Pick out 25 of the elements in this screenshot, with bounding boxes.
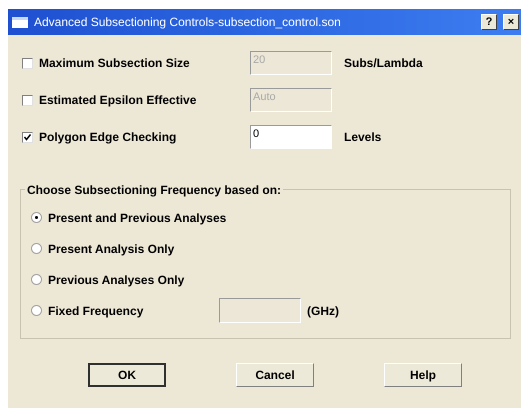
radio-label: Present and Previous Analyses bbox=[48, 210, 226, 226]
option-label: Estimated Epsilon Effective bbox=[39, 92, 196, 109]
radio-button[interactable] bbox=[31, 212, 42, 223]
dialog-button[interactable]: Help bbox=[384, 363, 462, 387]
radio-label: Present Analysis Only bbox=[48, 240, 174, 258]
checkbox[interactable] bbox=[22, 132, 33, 142]
radio-label: Fixed Frequency bbox=[48, 302, 144, 320]
dialog-button[interactable]: OK bbox=[88, 363, 166, 387]
unit-label: (GHz) bbox=[307, 302, 339, 320]
option-label: Polygon Edge Checking bbox=[39, 129, 176, 146]
option-label: Maximum Subsection Size bbox=[39, 55, 190, 72]
dialog-button[interactable]: Cancel bbox=[236, 363, 314, 387]
help-button[interactable]: ? bbox=[481, 14, 497, 30]
radio-button[interactable] bbox=[31, 305, 42, 316]
check-icon bbox=[24, 134, 31, 140]
window-icon bbox=[12, 16, 28, 28]
radio-button[interactable] bbox=[31, 243, 42, 254]
radio-button[interactable] bbox=[31, 274, 42, 285]
radio-label: Previous Analyses Only bbox=[48, 272, 184, 288]
frequency-field[interactable] bbox=[219, 298, 301, 323]
input-field[interactable]: 0 bbox=[250, 125, 332, 149]
close-button[interactable]: × bbox=[503, 14, 519, 30]
unit-label: Levels bbox=[344, 129, 382, 146]
unit-label: Subs/Lambda bbox=[344, 55, 423, 72]
window-title: Advanced Subsectioning Controls-subsection_control.son bbox=[34, 14, 342, 31]
